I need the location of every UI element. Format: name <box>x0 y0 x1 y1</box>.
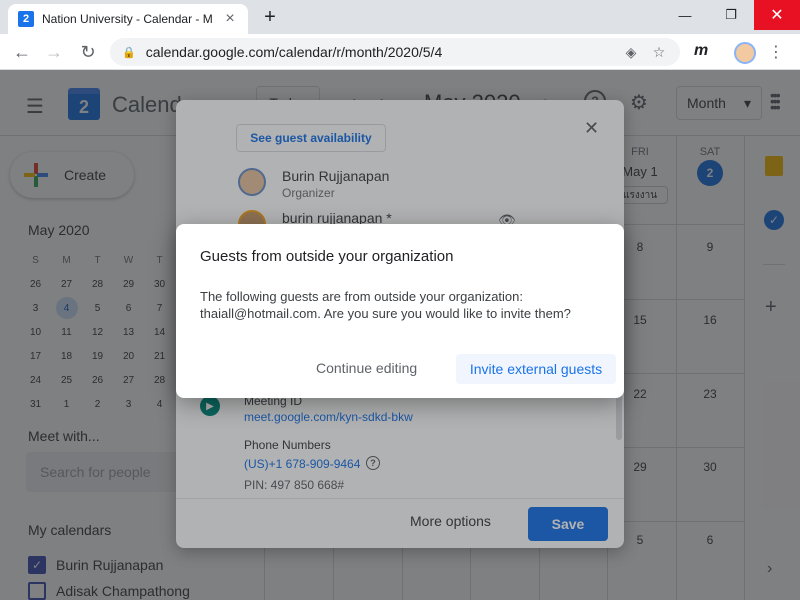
tab-title: Nation University - Calendar - M <box>42 12 213 26</box>
extension-diamond-icon[interactable]: ◈ <box>622 44 640 61</box>
dialog-body: The following guests are from outside yo… <box>200 289 571 321</box>
reload-icon[interactable]: ↻ <box>76 40 100 64</box>
tab-close-icon[interactable]: × <box>222 10 238 28</box>
browser-tab[interactable]: 2 Nation University - Calendar - M × <box>8 4 248 34</box>
window-close-icon[interactable]: ✕ <box>754 0 800 30</box>
browser-toolbar: ← → ↻ 🔒 calendar.google.com/calendar/r/m… <box>0 34 800 70</box>
invite-external-guests-button[interactable]: Invite external guests <box>456 354 616 384</box>
extension-m-icon[interactable]: m <box>694 42 708 60</box>
forward-arrow-icon[interactable]: → <box>42 40 66 64</box>
browser-profile-avatar[interactable] <box>734 42 756 64</box>
browser-tab-bar: 2 Nation University - Calendar - M × + —… <box>0 0 800 34</box>
back-arrow-icon[interactable]: ← <box>10 40 34 64</box>
bookmark-star-icon[interactable]: ☆ <box>650 44 668 61</box>
new-tab-icon[interactable]: + <box>258 6 282 29</box>
restore-icon[interactable]: ❐ <box>708 0 754 30</box>
minimize-icon[interactable]: — <box>662 0 708 30</box>
dialog-title: Guests from outside your organization <box>200 248 454 265</box>
external-guests-dialog: Guests from outside your organization Th… <box>176 224 624 398</box>
address-bar[interactable]: 🔒 calendar.google.com/calendar/r/month/2… <box>110 38 680 66</box>
url-text[interactable]: calendar.google.com/calendar/r/month/202… <box>146 44 612 60</box>
lock-icon: 🔒 <box>122 46 136 59</box>
calendar-favicon-icon: 2 <box>18 11 34 27</box>
browser-menu-icon[interactable]: ⋮ <box>768 42 784 62</box>
continue-editing-button[interactable]: Continue editing <box>316 360 417 376</box>
